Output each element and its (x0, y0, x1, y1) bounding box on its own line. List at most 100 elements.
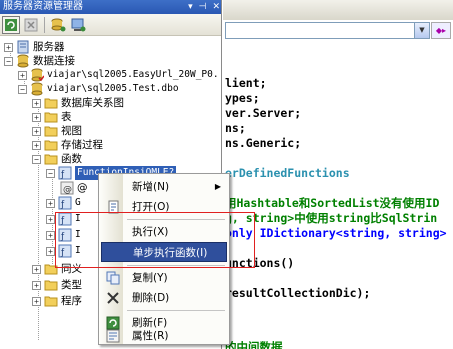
code-line: g, string>中使用string比SqlStrin (225, 211, 438, 225)
menu-item-open[interactable]: 打开(O) (101, 197, 227, 217)
code-editor[interactable]: ▼ ◆▸ lient; ypes; ver.Server; ns; ns.Gen… (223, 0, 453, 349)
tree-item-synonyms[interactable]: + 同义 (32, 262, 82, 276)
menu-separator (127, 219, 225, 220)
stop-icon (24, 18, 38, 31)
split-view-icon[interactable]: ◆▸ (431, 22, 451, 39)
delete-icon (105, 290, 121, 306)
folder-icon (44, 98, 58, 109)
folder-open-icon (44, 154, 58, 165)
explorer-toolbar (0, 14, 221, 36)
code-line: lient; (225, 76, 267, 90)
server-icon (17, 40, 29, 54)
parameter-icon: @ (60, 181, 74, 195)
tree-item-connection-easyurl[interactable]: + viajar\sql2005.EasyUrl_20W_P0. (18, 68, 219, 82)
pin-icon[interactable]: ⊣ (199, 0, 207, 14)
open-icon (105, 199, 121, 215)
close-icon[interactable]: ✕ (212, 0, 220, 14)
folder-icon (44, 140, 58, 151)
dropdown-icon[interactable]: ▾ (188, 0, 193, 14)
function-icon: ƒ (58, 244, 72, 258)
tree-item-function-child[interactable]: @ @ (60, 181, 88, 195)
expand-icon[interactable]: + (32, 112, 41, 122)
expand-icon[interactable]: + (32, 140, 41, 150)
properties-icon (105, 328, 121, 344)
menu-separator (127, 265, 225, 266)
expand-icon[interactable]: + (46, 214, 55, 224)
menu-item-execute[interactable]: 执行(X) (101, 222, 227, 242)
member-dropdown[interactable]: ▼ (225, 22, 430, 39)
function-icon: ƒ (58, 228, 72, 242)
expand-icon[interactable]: + (32, 98, 41, 108)
expand-icon[interactable]: + (46, 246, 55, 256)
connect-database-icon (51, 18, 66, 31)
code-line: ypes; (225, 91, 260, 105)
expand-icon[interactable]: + (4, 42, 13, 52)
tree-item-function[interactable]: + ƒ I (46, 212, 81, 226)
tree-item-tables[interactable]: + 表 (32, 110, 72, 124)
svg-text:@: @ (63, 185, 72, 195)
tree-item-types[interactable]: + 类型 (32, 278, 82, 292)
connect-server-button[interactable] (69, 16, 87, 34)
collapse-icon[interactable]: − (46, 168, 55, 178)
code-line: 的中间数据 (225, 340, 283, 349)
folder-icon (44, 296, 58, 307)
tree-item-db-diagrams[interactable]: + 数据库关系图 (32, 96, 124, 110)
code-line: only IDictionary<string, string> (225, 226, 447, 240)
folder-icon (44, 280, 58, 291)
editor-tab-strip (223, 0, 453, 20)
copy-icon (105, 270, 121, 286)
tree-item-stored-procedures[interactable]: + 存储过程 (32, 138, 103, 152)
function-icon: ƒ (58, 166, 72, 180)
code-line: ns; (225, 121, 246, 135)
menu-item-new[interactable]: 新增(N) ▶ (101, 177, 227, 197)
stop-button[interactable] (22, 16, 40, 34)
tree-item-functions[interactable]: − 函数 (32, 152, 82, 166)
expand-icon[interactable]: + (32, 264, 41, 274)
function-icon: ƒ (58, 196, 72, 210)
toolbar-separator (44, 16, 45, 33)
tree-item-connection-test[interactable]: − viajar\sql2005.Test.dbo (18, 82, 179, 96)
expand-icon[interactable]: + (46, 198, 55, 208)
menu-item-copy[interactable]: 复制(Y) (101, 268, 227, 288)
database-connections-icon (17, 54, 29, 68)
expand-icon[interactable]: + (46, 230, 55, 240)
collapse-icon[interactable]: − (4, 56, 13, 66)
menu-item-delete[interactable]: 删除(D) (101, 288, 227, 308)
tree-item-assemblies[interactable]: + 程序 (32, 294, 82, 308)
code-line: erDefinedFunctions (225, 166, 350, 180)
tree-item-function[interactable]: + ƒ I (46, 228, 81, 242)
panel-title-bar: 服务器资源管理器 ▾ ⊣ ✕ (0, 0, 221, 14)
collapse-icon[interactable]: − (32, 154, 41, 164)
connect-server-icon (71, 18, 86, 31)
submenu-arrow-icon: ▶ (214, 182, 221, 191)
code-line: resultCollectionDic); (225, 286, 371, 300)
expand-icon[interactable]: + (32, 126, 41, 136)
code-line: unctions() (225, 256, 295, 270)
database-icon (31, 68, 44, 82)
collapse-icon[interactable]: − (18, 84, 27, 94)
code-line: 用Hashtable和SortedList没有使用ID (225, 196, 440, 210)
expand-icon[interactable]: + (32, 280, 41, 290)
menu-item-properties[interactable]: 属性(R) (101, 327, 227, 345)
folder-icon (44, 112, 58, 123)
database-icon (31, 82, 43, 96)
tree-item-function[interactable]: + ƒ I (46, 244, 81, 258)
tree-item-servers[interactable]: + 服务器 (4, 40, 65, 54)
tree-item-data-connections[interactable]: − 数据连接 (4, 54, 75, 68)
menu-separator (127, 310, 225, 311)
menu-item-step-into-function[interactable]: 单步执行函数(I) (101, 242, 227, 262)
function-icon: ƒ (58, 212, 72, 226)
panel-title: 服务器资源管理器 (3, 1, 83, 12)
expand-icon[interactable]: + (32, 296, 41, 306)
expand-icon[interactable]: + (18, 70, 27, 80)
refresh-icon (5, 18, 17, 31)
refresh-button[interactable] (2, 15, 20, 34)
chevron-down-icon[interactable]: ▼ (414, 23, 429, 38)
tree-item-views[interactable]: + 视图 (32, 124, 82, 138)
code-line: ver.Server; (225, 106, 302, 120)
folder-icon (44, 126, 58, 137)
connect-database-button[interactable] (49, 16, 67, 34)
folder-icon (44, 264, 58, 275)
tree-item-function[interactable]: + ƒ G (46, 196, 81, 210)
code-line: ns.Generic; (225, 136, 302, 150)
